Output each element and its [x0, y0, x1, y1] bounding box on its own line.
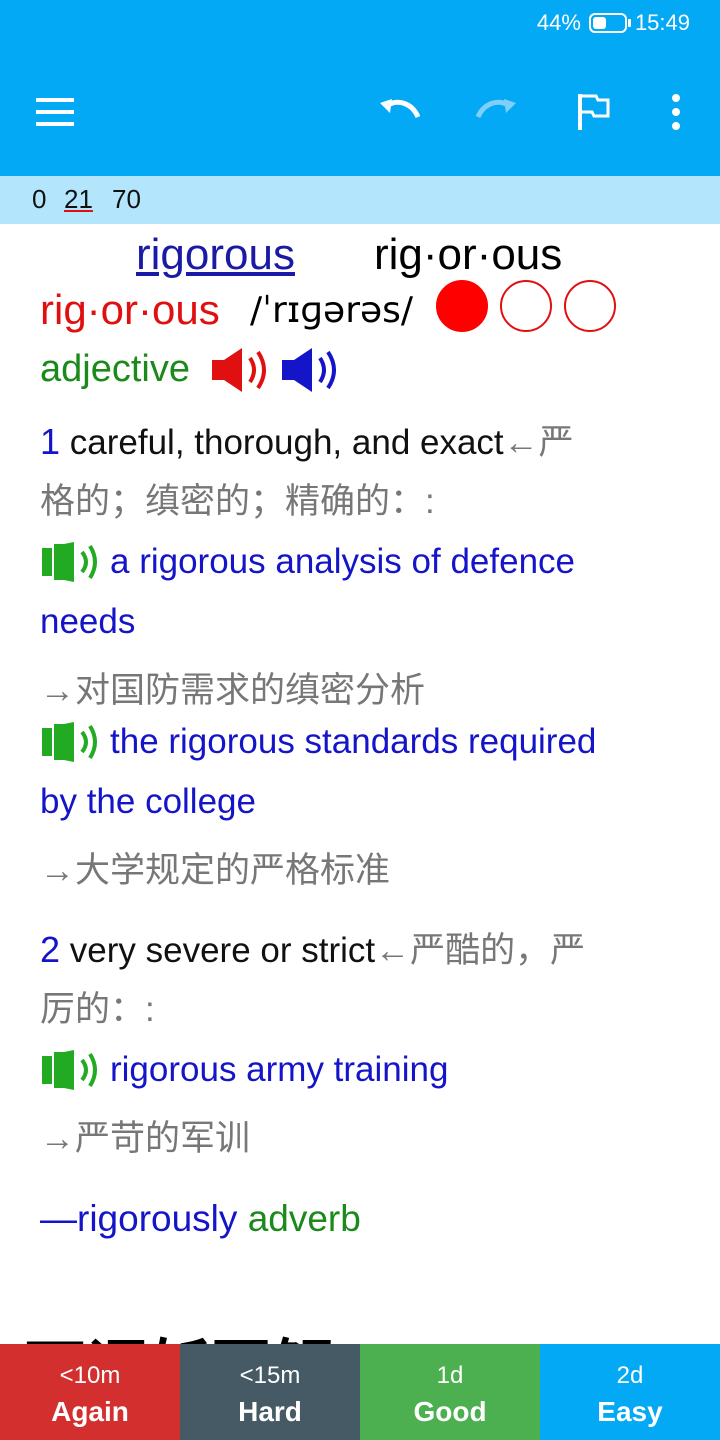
- app-bar: 44% 15:49: [0, 0, 720, 176]
- battery-percent: 44%: [536, 10, 581, 35]
- clock: 15:49: [634, 10, 690, 35]
- example-2-translation: →大学规定的严格标准: [40, 851, 391, 890]
- again-button[interactable]: <10m Again: [0, 1344, 180, 1440]
- easy-button[interactable]: 2d Easy: [540, 1344, 720, 1440]
- mastery-circle-1[interactable]: [436, 280, 488, 332]
- easy-interval: 2d: [616, 1362, 644, 1389]
- example-1-text: a rigorous analysis of defence: [110, 542, 575, 581]
- sense-2-definition: 2 very severe or strict←严酷的，严: [40, 920, 585, 981]
- good-label: Good: [413, 1396, 487, 1427]
- sense-2-translation-cont: 厉的：:: [40, 990, 155, 1029]
- definition-text: careful, thorough, and exact: [69, 423, 504, 462]
- pronunciation: /ˈrɪɡərəs/: [250, 290, 414, 331]
- learning-count: 21: [64, 184, 93, 214]
- example-3-translation: →严苛的军训: [40, 1119, 251, 1158]
- hard-label: Hard: [238, 1396, 302, 1427]
- example-1-translation: →对国防需求的缜密分析: [40, 671, 426, 710]
- example-2-text-cont: by the college: [40, 782, 256, 821]
- sense-1-definition: 1 careful, thorough, and exact←严: [40, 412, 574, 473]
- speaker-example-icon[interactable]: [40, 1048, 100, 1097]
- headword-syllables: rig·or·ous: [374, 230, 563, 279]
- derivative-word: —rigorously: [40, 1198, 238, 1239]
- definition-text: very severe or strict: [69, 931, 376, 970]
- review-count: 70: [112, 184, 141, 214]
- hamburger-menu-icon[interactable]: [26, 82, 86, 142]
- speaker-uk-icon[interactable]: [210, 346, 272, 399]
- speaker-us-icon[interactable]: [280, 346, 342, 399]
- flag-icon[interactable]: [564, 82, 624, 142]
- speaker-example-icon[interactable]: [40, 720, 100, 769]
- good-interval: 1d: [436, 1362, 464, 1389]
- speaker-example-icon[interactable]: [40, 540, 100, 589]
- sense-1-translation-cont: 格的；缜密的；精确的：:: [40, 482, 435, 521]
- status-bar: 44% 15:49: [537, 10, 690, 36]
- definition-translation: ←严酷的，严: [375, 931, 586, 970]
- again-interval: <10m: [59, 1362, 121, 1389]
- again-label: Again: [51, 1396, 129, 1427]
- battery-level-fill: [592, 17, 606, 29]
- sense-number: 2: [40, 929, 61, 970]
- easy-label: Easy: [597, 1396, 663, 1427]
- new-count: 0: [32, 184, 47, 214]
- card-counts-bar: 0 21 70: [0, 176, 720, 224]
- derivative: —rigorously adverb: [40, 1198, 361, 1240]
- hard-button[interactable]: <15m Hard: [180, 1344, 360, 1440]
- example-3-text: rigorous army training: [110, 1050, 449, 1089]
- derivative-pos: adverb: [247, 1198, 361, 1239]
- good-button[interactable]: 1d Good: [360, 1344, 540, 1440]
- more-vert-icon[interactable]: [646, 82, 706, 142]
- mastery-circle-3[interactable]: [564, 280, 616, 332]
- sense-number: 1: [40, 421, 61, 462]
- part-of-speech: adjective: [40, 348, 190, 390]
- battery-icon: [588, 13, 631, 33]
- undo-icon[interactable]: [370, 82, 430, 142]
- headword: rig·or·ous: [40, 286, 220, 333]
- example-1-text-cont: needs: [40, 602, 136, 641]
- definition-translation: ←严: [503, 423, 574, 462]
- mastery-circle-2[interactable]: [500, 280, 552, 332]
- headword-link[interactable]: rigorous: [136, 230, 295, 280]
- example-2-text: the rigorous standards required: [110, 722, 597, 761]
- redo-icon[interactable]: [466, 82, 526, 142]
- hard-interval: <15m: [239, 1362, 301, 1389]
